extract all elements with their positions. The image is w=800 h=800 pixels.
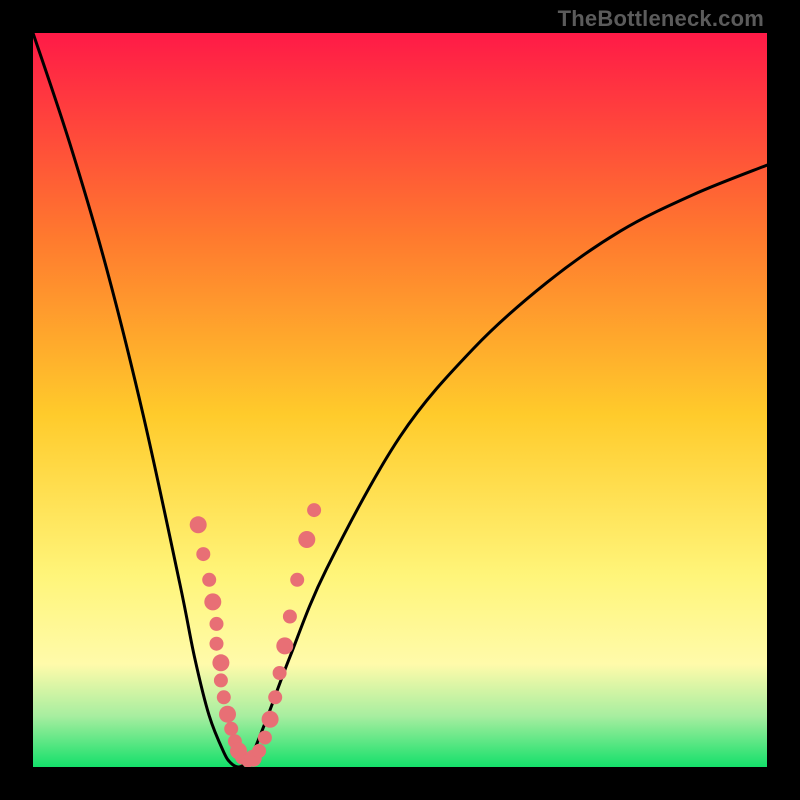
data-dot (217, 690, 231, 704)
chart-svg (33, 33, 767, 767)
watermark-text: TheBottleneck.com (558, 6, 764, 32)
data-dot (224, 722, 238, 736)
data-dot (298, 531, 315, 548)
data-dots (190, 503, 321, 767)
data-dot (262, 711, 279, 728)
data-dot (202, 573, 216, 587)
data-dot (258, 731, 272, 745)
data-dot (290, 573, 304, 587)
data-dot (190, 516, 207, 533)
plot-area (33, 33, 767, 767)
data-dot (219, 706, 236, 723)
data-dot (210, 637, 224, 651)
data-dot (268, 690, 282, 704)
data-dot (204, 593, 221, 610)
data-dot (196, 547, 210, 561)
outer-frame: TheBottleneck.com (0, 0, 800, 800)
data-dot (276, 637, 293, 654)
bottleneck-curve (33, 33, 767, 767)
data-dot (212, 654, 229, 671)
data-dot (273, 666, 287, 680)
data-dot (283, 610, 297, 624)
data-dot (252, 744, 266, 758)
data-dot (214, 673, 228, 687)
data-dot (307, 503, 321, 517)
data-dot (210, 617, 224, 631)
